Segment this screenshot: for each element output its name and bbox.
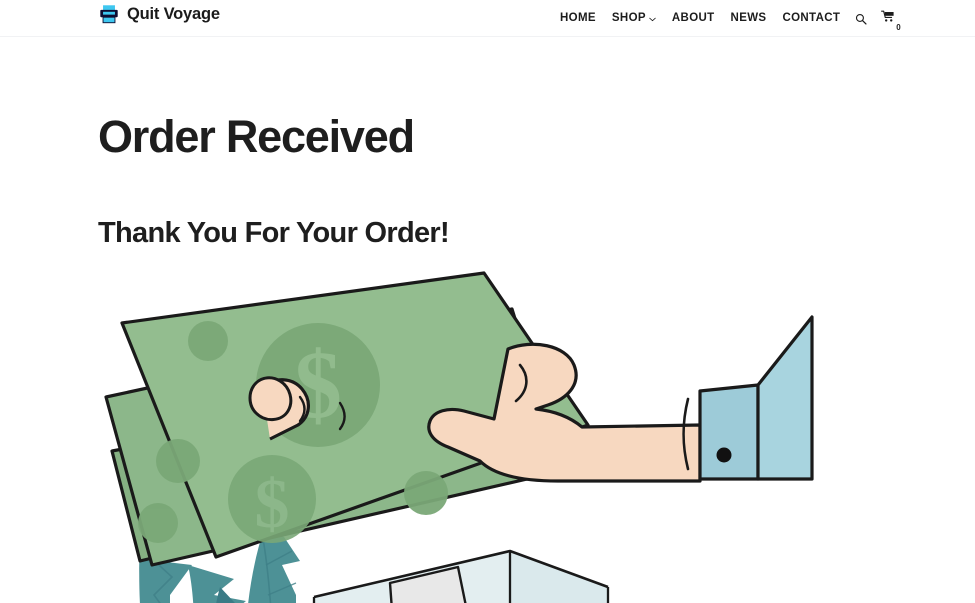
main-navigation: HOME SHOP ABOUT NEWS CONTACT 0 <box>552 0 907 37</box>
site-logo-link[interactable]: Quit Voyage <box>98 3 220 25</box>
nav-item-home[interactable]: HOME <box>552 11 604 25</box>
shirt-sleeve <box>698 315 814 481</box>
cardboard-package-box <box>312 549 610 603</box>
chevron-down-icon <box>649 16 656 23</box>
page-content: Order Received Thank You For Your Order! <box>0 37 975 603</box>
cart-item-count: 0 <box>896 22 901 32</box>
shopping-cart-icon <box>881 10 895 28</box>
nav-item-news[interactable]: NEWS <box>723 11 775 25</box>
nav-item-shop-label: SHOP <box>611 11 646 24</box>
search-icon[interactable] <box>848 13 874 25</box>
nav-item-contact[interactable]: CONTACT <box>774 11 848 25</box>
page-title: Order Received <box>98 111 415 162</box>
site-header: Quit Voyage HOME SHOP ABOUT NEWS CONTACT <box>0 0 975 37</box>
nav-item-contact-label: CONTACT <box>782 11 841 24</box>
nav-item-about[interactable]: ABOUT <box>664 11 723 25</box>
printer-logo-icon <box>98 3 120 25</box>
dollar-sign-watermark-secondary: $ <box>228 455 316 543</box>
nav-item-home-label: HOME <box>560 11 596 24</box>
hand-holding-cash-and-package-illustration: $ $ <box>96 265 836 603</box>
nav-item-shop[interactable]: SHOP <box>604 11 664 25</box>
cuff-button <box>716 447 732 463</box>
svg-text:$: $ <box>255 466 290 543</box>
nav-item-news-label: NEWS <box>730 11 767 24</box>
shopping-cart-button[interactable]: 0 <box>874 10 906 31</box>
site-brand-name: Quit Voyage <box>127 4 220 23</box>
nav-item-about-label: ABOUT <box>671 11 715 24</box>
thank-you-heading: Thank You For Your Order! <box>98 217 450 249</box>
